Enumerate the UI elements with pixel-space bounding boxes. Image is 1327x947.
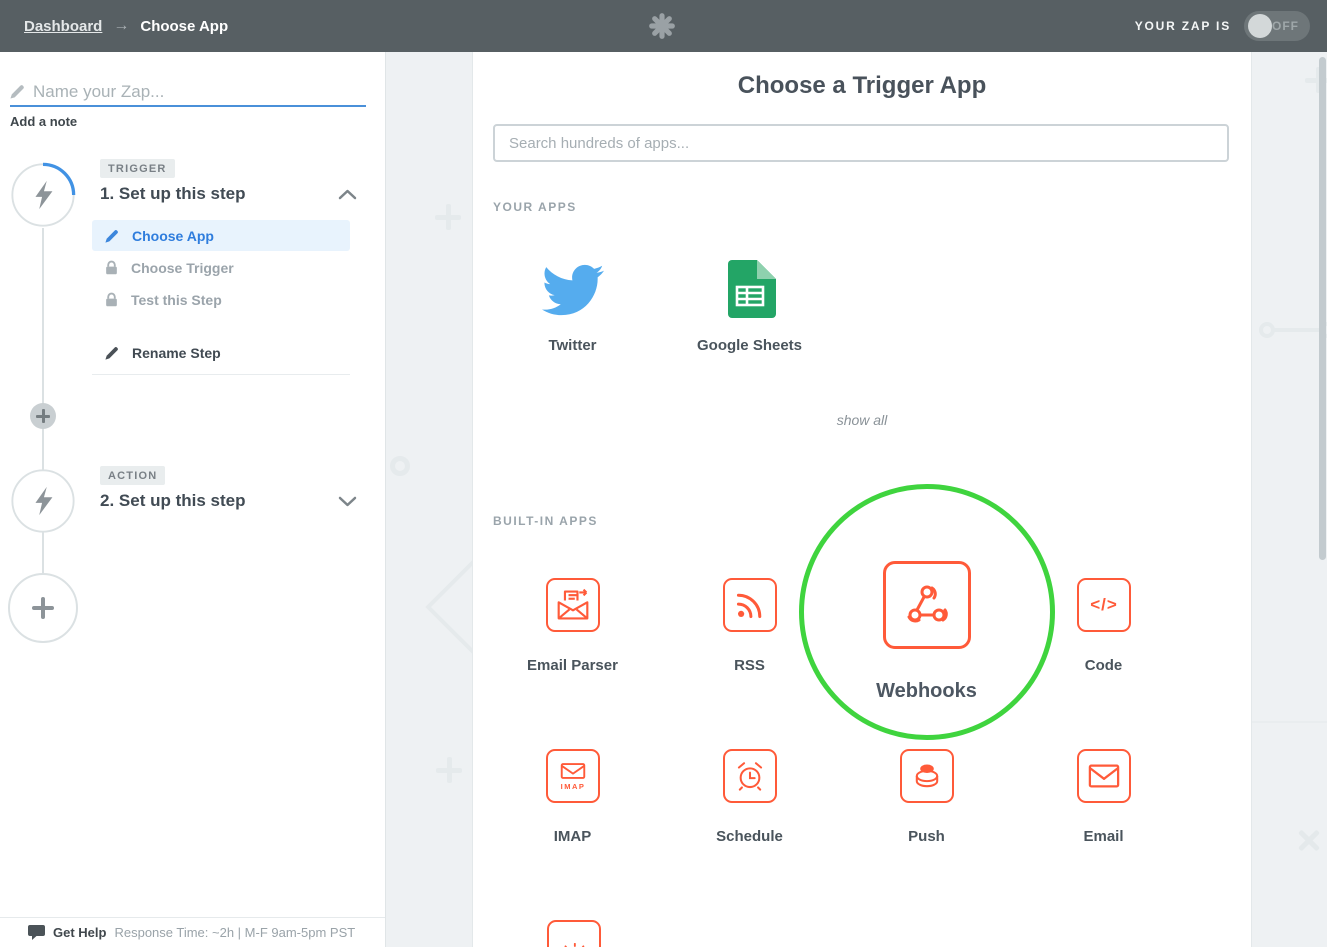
- app-label-google-sheets[interactable]: Google Sheets: [661, 337, 838, 354]
- schedule-icon: [737, 762, 763, 791]
- app-label-imap[interactable]: IMAP: [484, 828, 661, 845]
- imap-icon: [560, 762, 586, 779]
- app-tile-webhooks[interactable]: [883, 561, 971, 649]
- email-parser-icon: [557, 588, 589, 620]
- sidebar-item-rename-step[interactable]: Rename Step: [92, 337, 350, 368]
- sidebar-item-test-this-step[interactable]: Test this Step: [92, 284, 350, 315]
- zap-status-label: YOUR ZAP IS: [1134, 19, 1231, 33]
- google-sheets-icon[interactable]: [724, 260, 776, 318]
- push-icon: [915, 764, 939, 788]
- breadcrumb: Dashboard → Choose App: [24, 0, 228, 52]
- insert-step-button[interactable]: [30, 403, 56, 429]
- pencil-icon: [105, 229, 118, 243]
- canvas-connector-decoration: [1259, 322, 1327, 338]
- menu-item-label: Rename Step: [132, 344, 221, 361]
- canvas-line-decoration: [1252, 721, 1327, 723]
- speech-bubble-icon: [28, 925, 45, 940]
- menu-item-label: Choose App: [132, 227, 214, 244]
- menu-item-label: Choose Trigger: [131, 259, 234, 276]
- trigger-badge: TRIGGER: [100, 159, 175, 178]
- trigger-step-title: 1. Set up this step: [100, 184, 246, 203]
- breadcrumb-current-page: Choose App: [140, 17, 229, 35]
- your-apps-label: YOUR APPS: [493, 200, 577, 214]
- action-step-title: 2. Set up this step: [100, 491, 246, 510]
- app-tile-schedule[interactable]: [723, 749, 777, 803]
- app-search-input[interactable]: [493, 124, 1229, 162]
- help-response-time: Response Time: ~2h | M-F 9am-5pm PST: [114, 925, 356, 940]
- app-tile-code[interactable]: </>: [1077, 578, 1131, 632]
- add-note-link[interactable]: Add a note: [10, 114, 77, 129]
- twitter-icon[interactable]: [542, 264, 604, 316]
- app-tile-email[interactable]: [1077, 749, 1131, 803]
- choose-app-panel: Choose a Trigger App YOUR APPS Twitter G…: [472, 52, 1252, 947]
- zap-status: YOUR ZAP IS OFF: [1135, 0, 1310, 52]
- vertical-scrollbar[interactable]: [1319, 57, 1326, 560]
- canvas-ring-decoration: [390, 456, 410, 476]
- show-all-link[interactable]: show all: [473, 412, 1251, 428]
- zap-name-input[interactable]: [33, 81, 366, 102]
- sidebar-item-choose-trigger[interactable]: Choose Trigger: [92, 252, 350, 283]
- app-label-push[interactable]: Push: [838, 828, 1015, 845]
- action-badge: ACTION: [100, 466, 166, 485]
- step-sidebar: Add a note TRIGGER 1. Set up this step: [0, 52, 386, 947]
- app-label-code[interactable]: Code: [1015, 657, 1192, 674]
- app-tile-rss[interactable]: [723, 578, 777, 632]
- action-step-circle[interactable]: [10, 468, 76, 534]
- toggle-state-label: OFF: [1272, 19, 1299, 33]
- get-help-link[interactable]: Get Help: [53, 925, 106, 940]
- menu-divider: [92, 374, 350, 375]
- topbar: Dashboard → Choose App YOUR ZAP IS OFF: [0, 0, 1327, 52]
- zap-editor-page: Dashboard → Choose App YOUR ZAP IS OFF N…: [0, 0, 1327, 947]
- email-icon: [1088, 764, 1120, 788]
- lock-icon: [106, 260, 117, 275]
- trigger-step-circle[interactable]: [10, 162, 76, 228]
- code-icon: </>: [1090, 595, 1118, 614]
- app-label-email[interactable]: Email: [1015, 828, 1192, 845]
- lock-icon: [106, 292, 117, 307]
- zap-name-row: [10, 81, 366, 107]
- app-label-email-parser[interactable]: Email Parser: [484, 657, 661, 674]
- sun-icon: [564, 943, 585, 947]
- rss-icon: [736, 593, 762, 619]
- app-tile-email-parser[interactable]: [546, 578, 600, 632]
- trigger-step-menu: Choose App Choose Trigger Test this Step: [92, 220, 350, 375]
- canvas-x-decoration: [1296, 827, 1322, 853]
- imap-icon-text: IMAP: [560, 781, 586, 791]
- app-tile-push[interactable]: [900, 749, 954, 803]
- breadcrumb-arrow-icon: →: [113, 17, 130, 34]
- pencil-icon: [105, 346, 118, 360]
- webhook-icon: [907, 585, 948, 623]
- app-label-rss[interactable]: RSS: [661, 657, 838, 674]
- add-step-button[interactable]: [8, 573, 78, 643]
- pencil-icon: [10, 85, 24, 99]
- app-tile-partial[interactable]: [547, 920, 601, 947]
- zap-on-off-toggle[interactable]: OFF: [1244, 11, 1310, 41]
- toggle-knob[interactable]: [1248, 14, 1272, 38]
- chevron-up-icon[interactable]: [338, 189, 357, 200]
- app-tile-imap[interactable]: IMAP: [546, 749, 600, 803]
- chevron-down-icon[interactable]: [338, 496, 357, 507]
- app-label-twitter[interactable]: Twitter: [484, 337, 661, 354]
- help-bar: Get Help Response Time: ~2h | M-F 9am-5p…: [0, 917, 385, 947]
- built-in-apps-label: BUILT-IN APPS: [493, 514, 598, 528]
- zapier-logo-icon[interactable]: [647, 11, 677, 41]
- menu-item-label: Test this Step: [131, 291, 222, 308]
- panel-title: Choose a Trigger App: [737, 72, 987, 99]
- app-label-schedule[interactable]: Schedule: [661, 828, 838, 845]
- canvas-plus-decoration: [435, 204, 461, 230]
- canvas-plus-decoration: [436, 757, 462, 783]
- sidebar-item-choose-app[interactable]: Choose App: [92, 220, 350, 251]
- breadcrumb-dashboard-link[interactable]: Dashboard: [24, 18, 102, 35]
- app-label-webhooks[interactable]: Webhooks: [838, 680, 1015, 703]
